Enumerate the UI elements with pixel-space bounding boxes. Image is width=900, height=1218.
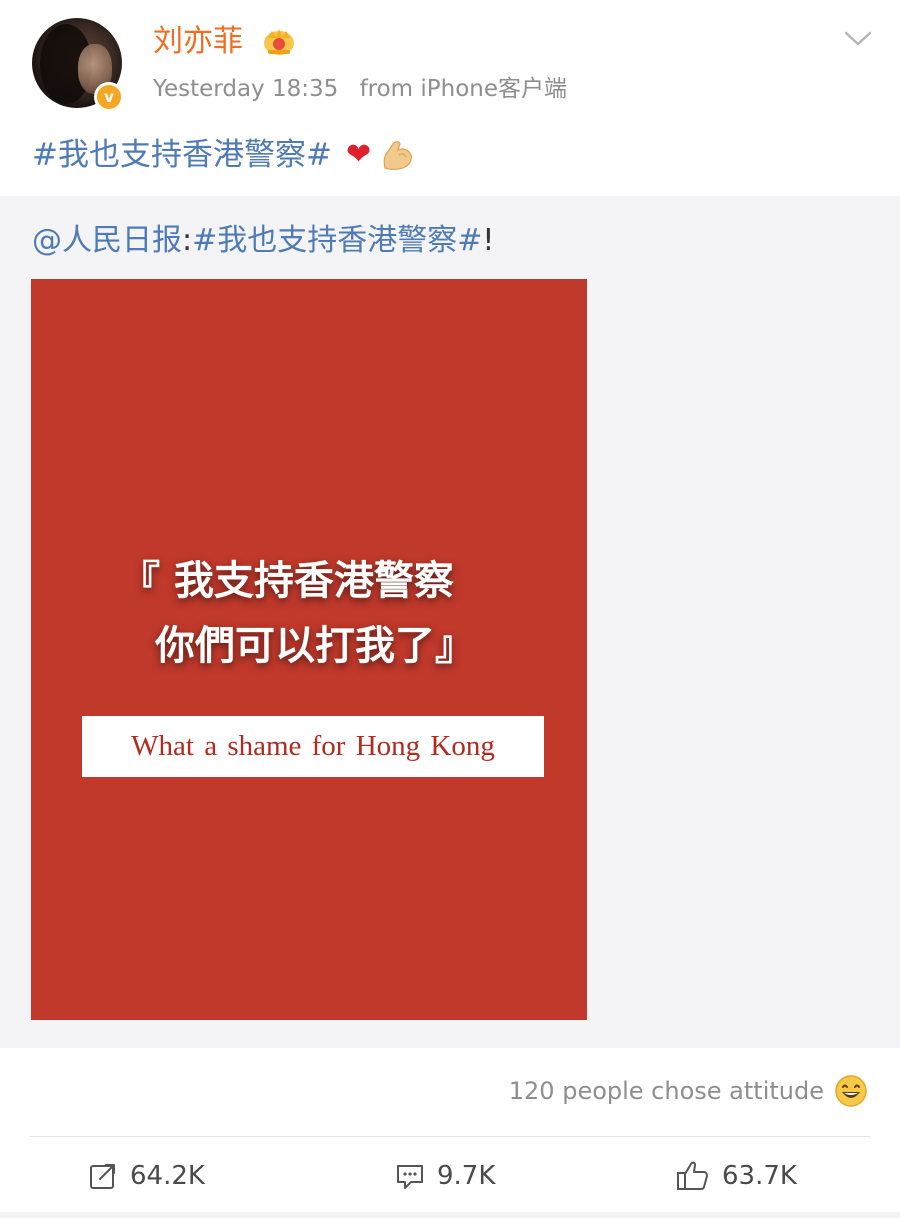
grinning-face-icon [835, 1075, 867, 1107]
verified-badge-icon: v [94, 82, 124, 112]
author-name[interactable]: 刘亦菲 [153, 24, 243, 60]
like-count: 63.7K [722, 1161, 797, 1191]
poster-line-1: 『 我支持香港警察 [120, 558, 454, 604]
post-text: #我也支持香港警察# ❤ [32, 134, 415, 176]
bottom-separator [0, 1212, 900, 1218]
poster-caption-box: What a shame for Hong Kong [82, 716, 544, 777]
repost-count: 64.2K [130, 1161, 205, 1191]
repost-hashtag-link[interactable]: #我也支持香港警察# [192, 223, 482, 258]
comment-button[interactable]: 9.7K [395, 1155, 495, 1197]
post-meta: Yesterday 18:35 from iPhone客户端 [153, 74, 581, 104]
like-button[interactable]: 63.7K [676, 1155, 797, 1197]
poster-caption: What a shame for Hong Kong [131, 730, 495, 762]
crown-icon[interactable] [262, 26, 296, 56]
like-icon [677, 1161, 708, 1190]
comment-count: 9.7K [437, 1161, 496, 1191]
repost-suffix: ! [482, 223, 495, 258]
heart-emoji-icon: ❤ [345, 137, 372, 172]
attitude-text: 120 people chose attitude [508, 1077, 824, 1105]
repost-text: @人民日报:#我也支持香港警察#! [32, 220, 494, 262]
flexed-biceps-icon [383, 141, 413, 170]
attitude-summary[interactable]: 120 people chose attitude [509, 1072, 868, 1110]
mention-link[interactable]: @人民日报 [32, 223, 182, 258]
repost-icon [90, 1164, 115, 1189]
repost-button[interactable]: 64.2K [88, 1155, 205, 1197]
poster-line-2: 你們可以打我了』 [155, 623, 475, 669]
chevron-down-icon[interactable] [843, 28, 873, 48]
timestamp: Yesterday 18:35 [153, 76, 339, 102]
post-source: from iPhone客户端 [359, 76, 568, 102]
repost-separator: : [182, 223, 193, 258]
comment-icon [397, 1165, 423, 1189]
footer-divider [30, 1136, 870, 1137]
hashtag-link[interactable]: #我也支持香港警察# [32, 134, 332, 176]
